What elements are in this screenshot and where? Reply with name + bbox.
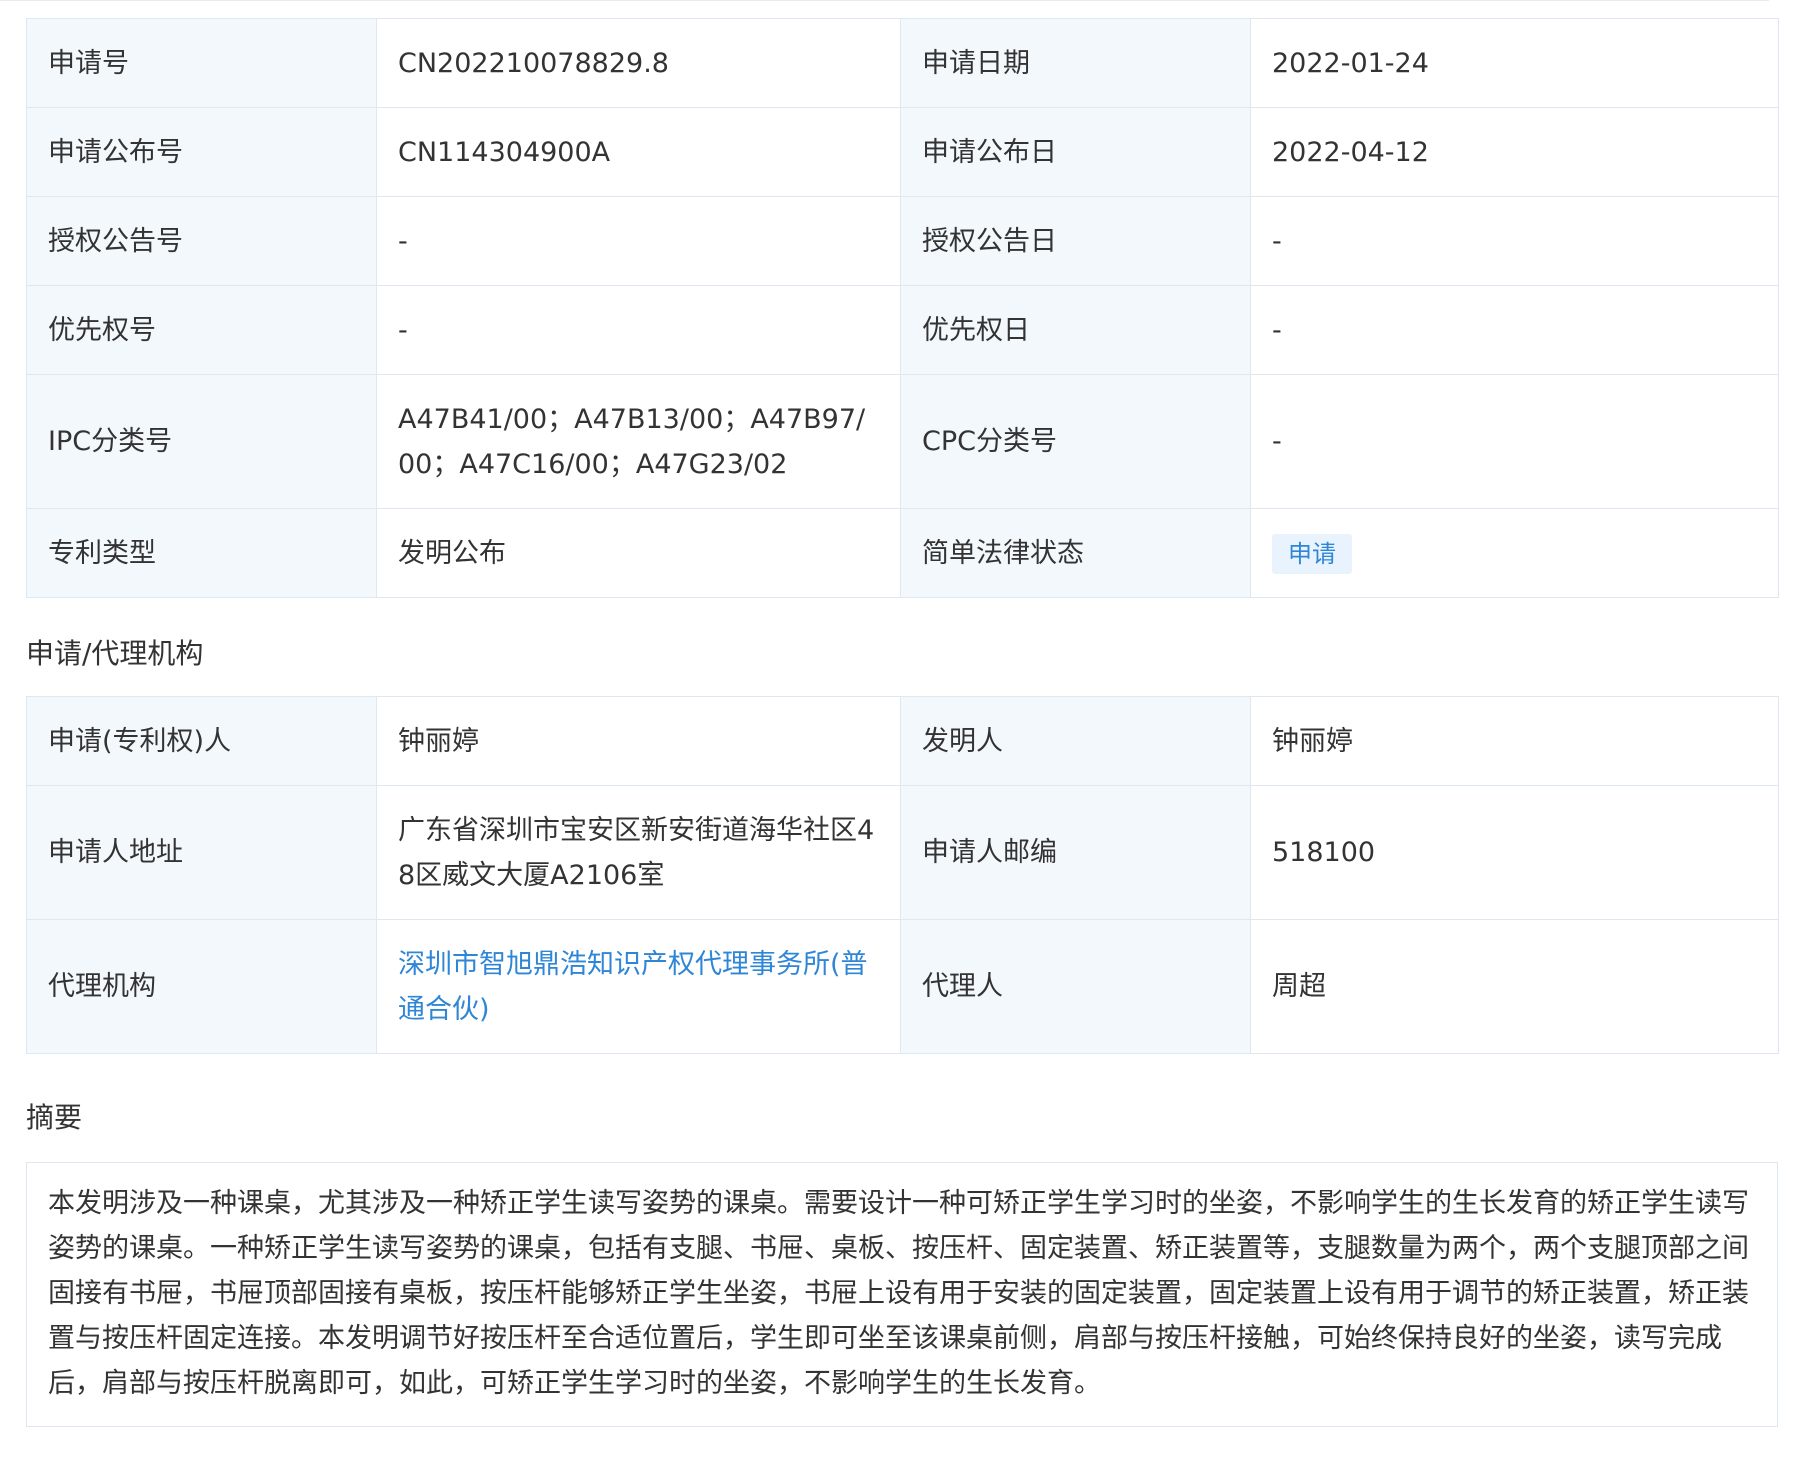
value-priority-date: - — [1250, 285, 1779, 375]
value-grant-date: - — [1250, 196, 1779, 286]
table-row: 优先权号 - 优先权日 - — [26, 285, 1779, 375]
value-publication-number: CN114304900A — [376, 107, 901, 197]
value-cpc: - — [1250, 374, 1779, 509]
agency-table: 申请(专利权)人 钟丽婷 发明人 钟丽婷 申请人地址 广东省深圳市宝安区新安街道… — [26, 696, 1779, 1054]
value-grant-number: - — [376, 196, 901, 286]
label-publication-date: 申请公布日 — [900, 107, 1251, 197]
value-agent: 周超 — [1250, 919, 1779, 1054]
value-publication-date: 2022-04-12 — [1250, 107, 1779, 197]
table-row: 申请人地址 广东省深圳市宝安区新安街道海华社区48区威文大厦A2106室 申请人… — [26, 785, 1779, 920]
value-applicant-address: 广东省深圳市宝安区新安街道海华社区48区威文大厦A2106室 — [376, 785, 901, 920]
table-row: 授权公告号 - 授权公告日 - — [26, 196, 1779, 286]
agency-cell: 深圳市智旭鼎浩知识产权代理事务所(普通合伙) — [376, 919, 901, 1054]
basic-info-table: 申请号 CN202210078829.8 申请日期 2022-01-24 申请公… — [26, 18, 1779, 598]
value-ipc: A47B41/00；A47B13/00；A47B97/00；A47C16/00；… — [376, 374, 901, 509]
value-application-number: CN202210078829.8 — [376, 18, 901, 108]
table-row: 代理机构 深圳市智旭鼎浩知识产权代理事务所(普通合伙) 代理人 周超 — [26, 919, 1779, 1054]
table-row: IPC分类号 A47B41/00；A47B13/00；A47B97/00；A47… — [26, 374, 1779, 509]
label-ipc: IPC分类号 — [26, 374, 377, 509]
table-row: 专利类型 发明公布 简单法律状态 申请 — [26, 508, 1779, 598]
table-row: 申请(专利权)人 钟丽婷 发明人 钟丽婷 — [26, 696, 1779, 786]
label-application-date: 申请日期 — [900, 18, 1251, 108]
agency-link[interactable]: 深圳市智旭鼎浩知识产权代理事务所(普通合伙) — [398, 949, 868, 1025]
label-agency: 代理机构 — [26, 919, 377, 1054]
value-applicant-postcode: 518100 — [1250, 785, 1779, 920]
label-priority-number: 优先权号 — [26, 285, 377, 375]
value-applicant: 钟丽婷 — [376, 696, 901, 786]
label-patent-type: 专利类型 — [26, 508, 377, 598]
label-applicant: 申请(专利权)人 — [26, 696, 377, 786]
label-cpc: CPC分类号 — [900, 374, 1251, 509]
table-row: 申请号 CN202210078829.8 申请日期 2022-01-24 — [26, 18, 1779, 108]
label-publication-number: 申请公布号 — [26, 107, 377, 197]
legal-status-cell: 申请 — [1250, 508, 1779, 598]
label-priority-date: 优先权日 — [900, 285, 1251, 375]
abstract-box: 本发明涉及一种课桌，尤其涉及一种矫正学生读写姿势的课桌。需要设计一种可矫正学生学… — [26, 1162, 1778, 1427]
status-badge: 申请 — [1272, 533, 1352, 574]
agency-section-title: 申请/代理机构 — [26, 637, 204, 670]
value-priority-number: - — [376, 285, 901, 375]
value-patent-type: 发明公布 — [376, 508, 901, 598]
value-application-date: 2022-01-24 — [1250, 18, 1779, 108]
label-grant-number: 授权公告号 — [26, 196, 377, 286]
label-applicant-address: 申请人地址 — [26, 785, 377, 920]
abstract-text: 本发明涉及一种课桌，尤其涉及一种矫正学生读写姿势的课桌。需要设计一种可矫正学生学… — [48, 1188, 1749, 1399]
label-grant-date: 授权公告日 — [900, 196, 1251, 286]
label-applicant-postcode: 申请人邮编 — [900, 785, 1251, 920]
label-legal-status: 简单法律状态 — [900, 508, 1251, 598]
label-inventor: 发明人 — [900, 696, 1251, 786]
label-agent: 代理人 — [900, 919, 1251, 1054]
patent-detail-page: 申请号 CN202210078829.8 申请日期 2022-01-24 申请公… — [26, 0, 1779, 1427]
label-application-number: 申请号 — [26, 18, 377, 108]
value-inventor: 钟丽婷 — [1250, 696, 1779, 786]
abstract-section-title: 摘要 — [26, 1101, 83, 1134]
table-row: 申请公布号 CN114304900A 申请公布日 2022-04-12 — [26, 107, 1779, 197]
